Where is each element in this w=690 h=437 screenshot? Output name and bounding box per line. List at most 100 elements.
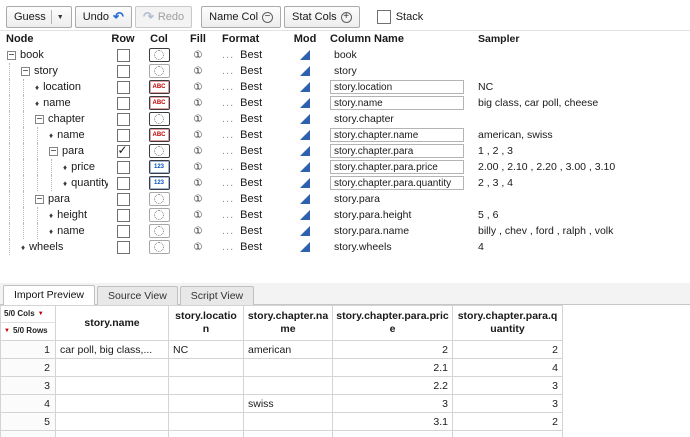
fill-cell[interactable]: ① [180, 82, 216, 93]
format-ellipsis-button[interactable]: ... [222, 177, 234, 189]
format-ellipsis-button[interactable]: ... [222, 209, 234, 221]
continuous-modeling-icon[interactable] [300, 226, 310, 236]
continuous-modeling-icon[interactable] [300, 98, 310, 108]
grid-column-header[interactable]: story.chapter.name [244, 306, 333, 341]
row-checkbox[interactable] [117, 193, 130, 206]
grid-row-header[interactable]: 2 [1, 359, 56, 377]
character-type-icon[interactable]: ABC [149, 80, 170, 94]
dropdown-caret-icon: ▼ [57, 14, 64, 21]
row-checkbox[interactable] [117, 161, 130, 174]
grid-row-header[interactable]: 1 [1, 341, 56, 359]
continuous-modeling-icon[interactable] [300, 162, 310, 172]
grid-column-header[interactable]: story.chapter.para.price [333, 306, 453, 341]
fill-cell[interactable]: ① [180, 210, 216, 221]
fill-cell[interactable]: ① [180, 146, 216, 157]
column-name-input[interactable]: story.chapter.para.price [330, 160, 464, 174]
expand-collapse-icon[interactable] [49, 147, 58, 156]
row-checkbox[interactable] [117, 129, 130, 142]
format-ellipsis-button[interactable]: ... [222, 225, 234, 237]
continuous-modeling-icon[interactable] [300, 146, 310, 156]
tab-source-view[interactable]: Source View [97, 286, 178, 305]
continuous-modeling-icon[interactable] [300, 82, 310, 92]
row-checkbox[interactable] [117, 49, 130, 62]
fill-cell[interactable]: ① [180, 50, 216, 61]
continuous-modeling-icon[interactable] [300, 178, 310, 188]
format-ellipsis-button[interactable]: ... [222, 193, 234, 205]
fill-cell[interactable]: ① [180, 242, 216, 253]
fill-cell[interactable]: ① [180, 162, 216, 173]
column-name-input[interactable]: story.name [330, 96, 464, 110]
tab-script-view[interactable]: Script View [180, 286, 254, 305]
expand-collapse-icon[interactable] [21, 67, 30, 76]
character-type-icon[interactable]: ABC [149, 128, 170, 142]
row-checkbox[interactable] [117, 177, 130, 190]
format-ellipsis-button[interactable]: ... [222, 145, 234, 157]
continuous-modeling-icon[interactable] [300, 66, 310, 76]
format-ellipsis-button[interactable]: ... [222, 81, 234, 93]
fill-cell[interactable]: ① [180, 66, 216, 77]
format-ellipsis-button[interactable]: ... [222, 65, 234, 77]
row-checkbox[interactable] [117, 145, 130, 158]
column-name-input[interactable]: story.location [330, 80, 464, 94]
expand-collapse-icon[interactable] [7, 51, 16, 60]
stack-checkbox[interactable] [377, 10, 391, 24]
column-name-input[interactable]: story.chapter.name [330, 128, 464, 142]
unassigned-type-icon[interactable] [149, 48, 170, 62]
continuous-modeling-icon[interactable] [300, 114, 310, 124]
continuous-modeling-icon[interactable] [300, 50, 310, 60]
grid-row-header[interactable]: 4 [1, 395, 56, 413]
unassigned-type-icon[interactable] [149, 144, 170, 158]
row-checkbox[interactable] [117, 97, 130, 110]
format-ellipsis-button[interactable]: ... [222, 129, 234, 141]
fill-cell[interactable]: ① [180, 98, 216, 109]
grid-corner-cell[interactable]: 5/0 Cols▼▼5/0 Rows [1, 306, 56, 341]
unassigned-type-icon[interactable] [149, 112, 170, 126]
undo-button[interactable]: Undo ↶ [75, 6, 132, 28]
continuous-modeling-icon[interactable] [300, 210, 310, 220]
stat-cols-button[interactable]: Stat Cols + [284, 6, 360, 28]
red-triangle-icon[interactable]: ▼ [38, 311, 44, 317]
continuous-modeling-icon[interactable] [300, 242, 310, 252]
format-ellipsis-button[interactable]: ... [222, 161, 234, 173]
unassigned-type-icon[interactable] [149, 240, 170, 254]
grid-column-header[interactable]: story.location [169, 306, 244, 341]
expand-collapse-icon[interactable] [35, 115, 44, 124]
column-name-input[interactable]: story.chapter.para [330, 144, 464, 158]
fill-cell[interactable]: ① [180, 194, 216, 205]
format-ellipsis-button[interactable]: ... [222, 241, 234, 253]
row-checkbox[interactable] [117, 65, 130, 78]
unassigned-type-icon[interactable] [149, 192, 170, 206]
fill-cell[interactable]: ① [180, 178, 216, 189]
format-ellipsis-button[interactable]: ... [222, 97, 234, 109]
unassigned-type-icon[interactable] [149, 64, 170, 78]
continuous-modeling-icon[interactable] [300, 194, 310, 204]
fill-cell[interactable]: ① [180, 114, 216, 125]
tab-import-preview[interactable]: Import Preview [3, 285, 95, 305]
fill-cell[interactable]: ① [180, 130, 216, 141]
name-col-button[interactable]: Name Col − [201, 6, 281, 28]
numeric-type-icon[interactable]: 123 [149, 176, 170, 190]
row-checkbox[interactable] [117, 81, 130, 94]
numeric-type-icon[interactable]: 123 [149, 160, 170, 174]
node-cell: ♦name [6, 127, 108, 143]
character-type-icon[interactable]: ABC [149, 96, 170, 110]
expand-collapse-icon[interactable] [35, 195, 44, 204]
grid-row-header[interactable]: 5 [1, 413, 56, 431]
unassigned-type-icon[interactable] [149, 208, 170, 222]
grid-column-header[interactable]: story.chapter.para.quantity [453, 306, 563, 341]
unassigned-type-icon[interactable] [149, 224, 170, 238]
grid-row-header[interactable]: 3 [1, 377, 56, 395]
row-checkbox[interactable] [117, 241, 130, 254]
row-checkbox[interactable] [117, 225, 130, 238]
guess-button[interactable]: Guess ▼ [6, 6, 72, 28]
redo-button[interactable]: ↷ Redo [135, 6, 192, 28]
grid-column-header[interactable]: story.name [56, 306, 169, 341]
column-name-input[interactable]: story.chapter.para.quantity [330, 176, 464, 190]
row-checkbox[interactable] [117, 113, 130, 126]
format-ellipsis-button[interactable]: ... [222, 49, 234, 61]
row-checkbox[interactable] [117, 209, 130, 222]
continuous-modeling-icon[interactable] [300, 130, 310, 140]
fill-cell[interactable]: ① [180, 226, 216, 237]
format-ellipsis-button[interactable]: ... [222, 113, 234, 125]
red-triangle-icon[interactable]: ▼ [4, 328, 10, 334]
